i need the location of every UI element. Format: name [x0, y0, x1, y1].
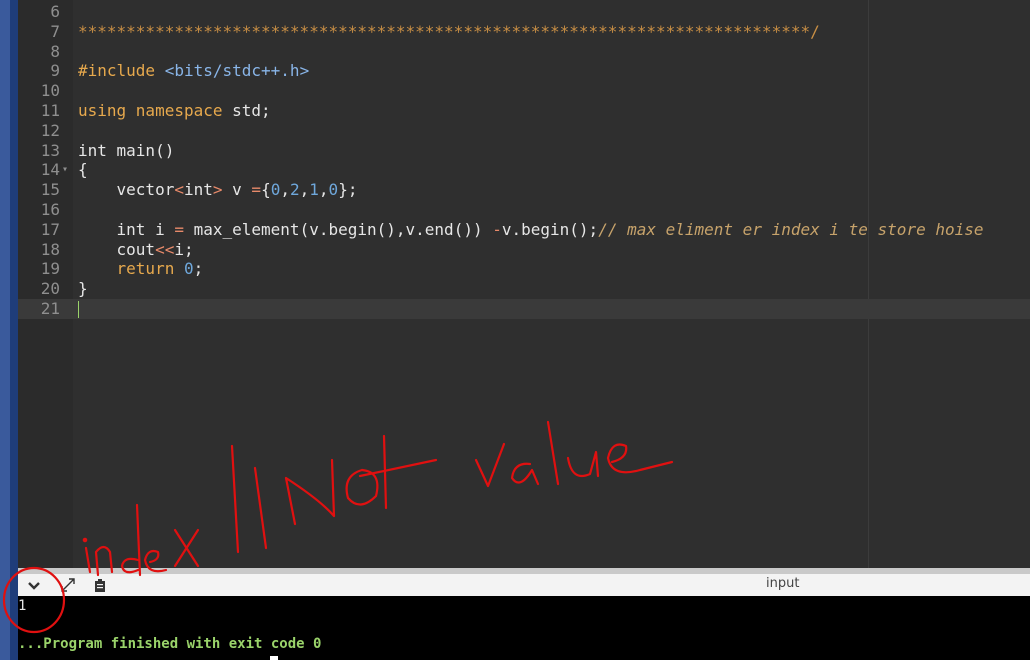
line-number: 8 [50, 41, 60, 61]
expand-arrows-icon[interactable] [60, 577, 76, 593]
code-line[interactable]: 17 int i = max_element(v.begin(),v.end()… [18, 220, 1030, 240]
line-number: 17 [40, 219, 60, 239]
code-token: int main() [78, 140, 175, 160]
code-text: int main() [78, 141, 174, 161]
input-tab-label[interactable]: input [766, 576, 799, 591]
code-token: - [492, 219, 502, 239]
code-token: { [261, 180, 271, 200]
code-text [78, 299, 79, 319]
line-number: 6 [50, 2, 60, 21]
code-token: std; [232, 101, 271, 120]
code-text: using namespace std; [78, 101, 271, 121]
code-token: cout [78, 239, 156, 259]
line-number: 12 [40, 120, 60, 140]
code-text: { [78, 160, 88, 180]
code-line[interactable]: 18 cout<<i; [18, 240, 1030, 260]
code-token: int i [78, 219, 175, 239]
terminal-output[interactable]: 1 ...Program finished with exit code 0 [18, 596, 1030, 660]
code-text: } [78, 279, 88, 299]
line-number: 10 [40, 81, 60, 101]
code-line[interactable]: 10 [18, 81, 1030, 101]
code-token: #include [78, 61, 165, 81]
code-line[interactable]: 21 [18, 299, 1030, 319]
line-number: 14 [40, 160, 60, 180]
code-line[interactable]: 19 return 0; [18, 259, 1030, 279]
code-token: return [78, 259, 184, 279]
code-token: 0 [328, 180, 339, 200]
code-line[interactable]: 16 [18, 200, 1030, 220]
code-token: <bits/stdc++.h> [164, 61, 310, 81]
code-line[interactable]: 11 using namespace std; [18, 101, 1030, 121]
line-number: 11 [40, 101, 60, 120]
line-number: 20 [40, 279, 60, 299]
code-token: 1 [309, 180, 319, 200]
clipboard-icon[interactable] [92, 577, 108, 593]
line-number: 9 [50, 61, 60, 81]
line-number: 15 [40, 180, 60, 200]
exit-status-message: ...Program finished with exit code 0 [18, 636, 322, 652]
code-token: v [222, 180, 252, 200]
line-number: 18 [40, 239, 60, 259]
program-output: 1 [18, 598, 27, 614]
code-line[interactable]: 7 ***************************************… [18, 22, 1030, 42]
code-token: v.begin(); [501, 219, 599, 239]
code-line[interactable]: 12 [18, 121, 1030, 141]
code-token: , [299, 180, 310, 200]
fold-toggle-icon[interactable]: ▾ [62, 160, 68, 180]
code-token: // max eliment er index i te store hoise [598, 219, 984, 239]
code-token: , [318, 180, 329, 200]
code-line[interactable]: 9 #include <bits/stdc++.h> [18, 61, 1030, 81]
code-text: #include <bits/stdc++.h> [78, 61, 309, 81]
code-text: return 0; [78, 259, 204, 279]
code-line[interactable]: 20} [18, 279, 1030, 299]
code-token: i; [174, 239, 194, 259]
code-editor[interactable]: 6 7 **************************************… [18, 0, 1030, 568]
code-line[interactable]: 15 vector<int> v ={0,2,1,0}; [18, 180, 1030, 200]
code-token: 0 [270, 180, 281, 200]
output-toolbar: input [18, 574, 1030, 596]
code-token: < [174, 180, 184, 200]
code-line[interactable]: 13 int main() [18, 141, 1030, 161]
left-window-edge [0, 0, 18, 660]
code-token: = [251, 180, 262, 200]
line-number: 16 [40, 200, 60, 219]
code-token: vector [78, 180, 175, 200]
code-line[interactable]: 14 ▾ { [18, 160, 1030, 180]
code-text: vector<int> v ={0,2,1,0}; [78, 180, 358, 200]
line-number: 21 [40, 299, 60, 318]
code-token: 2 [289, 180, 300, 200]
line-number: 7 [50, 21, 60, 41]
terminal-cursor [270, 656, 278, 660]
code-token: max_element(v.begin(),v.end()) [183, 219, 493, 239]
code-line[interactable]: 6 [18, 2, 1030, 22]
code-token: << [155, 239, 175, 259]
code-token: ****************************************… [78, 21, 820, 41]
code-token: , [280, 180, 290, 200]
line-number: 19 [40, 259, 60, 279]
text-cursor [78, 301, 79, 318]
code-token: ; [193, 259, 204, 279]
code-token: using namespace [78, 101, 233, 120]
code-token: > [212, 180, 223, 200]
chevron-down-icon[interactable] [26, 577, 42, 593]
code-token: = [174, 219, 184, 239]
code-text: int i = max_element(v.begin(),v.end()) -… [78, 220, 984, 240]
code-token: 0 [183, 259, 194, 279]
code-text: cout<<i; [78, 240, 194, 260]
code-token: { [78, 160, 88, 180]
code-token: } [78, 279, 88, 299]
code-line[interactable]: 8 [18, 42, 1030, 62]
code-text: ****************************************… [78, 22, 820, 42]
code-token: int [183, 180, 213, 200]
line-number: 13 [40, 140, 60, 160]
code-token: }; [338, 180, 358, 200]
